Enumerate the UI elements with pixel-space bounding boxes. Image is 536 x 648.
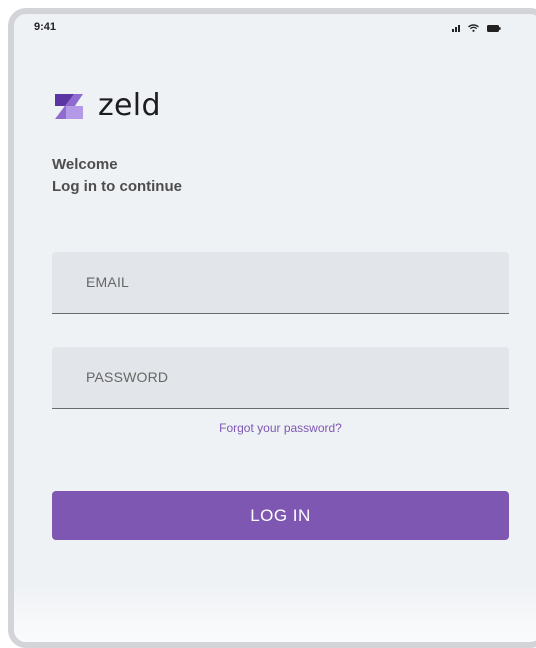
bottom-fade [14,584,536,642]
password-field-label: PASSWORD [86,369,169,385]
status-time: 9:41 [34,21,57,33]
welcome-message: Welcome Log in to continue [52,154,182,198]
wifi-icon [468,24,479,32]
brand-name: zeld [98,88,161,123]
battery-icon [487,24,501,32]
zeld-logo-icon [55,94,83,119]
password-field[interactable]: PASSWORD [52,347,509,409]
device-frame: 9:41 zeld Welcome Log in to continue EMA… [0,0,536,648]
status-bar: 9:41 [14,14,536,46]
login-button[interactable]: LOG IN [52,491,509,540]
status-icons [452,24,501,32]
email-field-label: EMAIL [86,274,130,290]
welcome-subtitle: Log in to continue [52,178,182,195]
welcome-title: Welcome [52,156,118,173]
app-screen: 9:41 zeld Welcome Log in to continue EMA… [8,8,536,648]
signal-icon [452,24,460,32]
email-field[interactable]: EMAIL [52,252,509,314]
brand-logo: zeld [52,89,161,123]
forgot-password-link[interactable]: Forgot your password? [52,421,509,435]
